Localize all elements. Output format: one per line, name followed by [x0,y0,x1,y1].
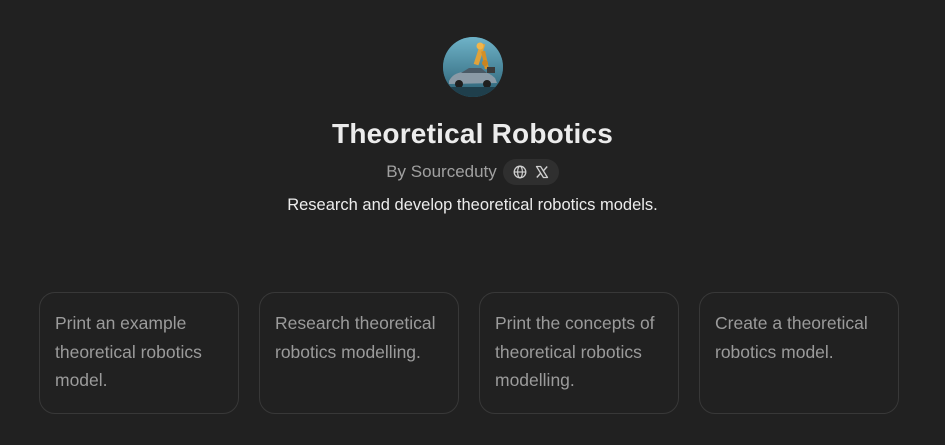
gpt-description: Research and develop theoretical robotic… [287,196,658,214]
starter-prompt-text: Print an example theoretical robotics mo… [55,313,202,390]
starter-prompt-card[interactable]: Create a theoretical robotics model. [699,292,899,414]
starter-prompt-text: Research theoretical robotics modelling. [275,313,436,362]
robot-car-avatar-icon [442,37,503,97]
starter-prompt-card[interactable]: Research theoretical robotics modelling. [259,292,459,414]
gpt-landing: Theoretical Robotics By Sourceduty Resea… [0,0,945,445]
starter-prompt-card[interactable]: Print the concepts of theoretical roboti… [479,292,679,414]
author-byline: By Sourceduty [386,162,497,181]
starter-prompt-card[interactable]: Print an example theoretical robotics mo… [39,292,239,414]
gpt-title: Theoretical Robotics [332,118,613,149]
conversation-starters: Print an example theoretical robotics mo… [39,292,899,414]
gpt-header: Theoretical Robotics By Sourceduty Resea… [0,37,945,215]
starter-prompt-text: Print the concepts of theoretical roboti… [495,313,655,390]
starter-prompt-text: Create a theoretical robotics model. [715,313,868,362]
x-logo-icon[interactable] [534,164,550,180]
byline: By Sourceduty [386,159,559,185]
social-links [502,159,559,185]
globe-icon[interactable] [512,164,528,180]
avatar [442,37,503,97]
